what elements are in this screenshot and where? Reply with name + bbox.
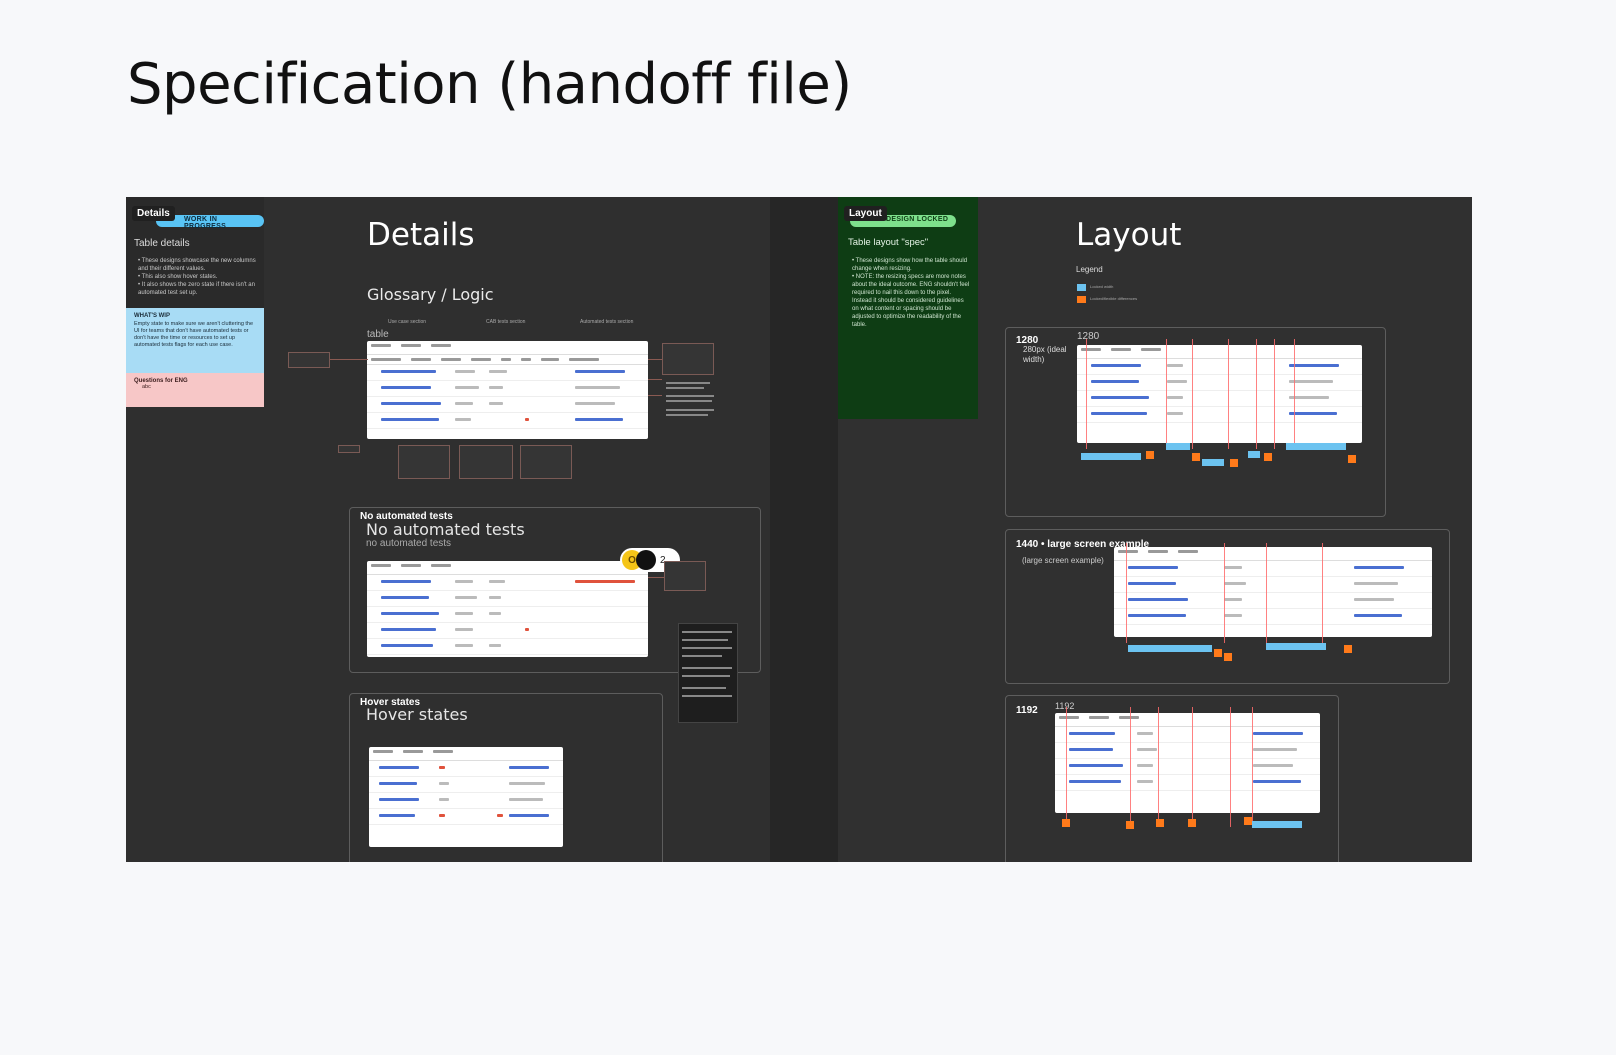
wip-title: WHAT'S WIP [134,313,170,319]
note-tag: Layout [844,206,887,221]
wip-text: Empty state to make sure we aren't clutt… [134,321,254,348]
frame-label: 1192 [1016,705,1038,716]
callout [662,343,714,375]
callout [288,352,330,368]
details-heading: Details [367,217,475,253]
table-row[interactable] [369,761,563,777]
legend-swatch-flex [1077,296,1086,303]
questions-item: abc [142,384,151,390]
no-tests-heading: No automated tests [366,520,525,539]
note-tag: Details [132,206,175,221]
legend-label: Legend [1076,265,1103,274]
design-canvas[interactable]: WORK IN PROGRESS Details Table details T… [126,197,1472,862]
glossary-table[interactable] [367,341,648,439]
note-title: Table details [134,238,190,249]
wip-block: WHAT'S WIP Empty state to make sure we a… [126,308,264,373]
details-sticky-note[interactable]: WORK IN PROGRESS Details Table details T… [126,197,264,407]
col-label: Automated tests section [580,319,634,325]
glossary-heading: Glossary / Logic [367,285,494,304]
callout [398,445,450,479]
table-row[interactable] [367,591,648,607]
table-row[interactable] [367,397,648,413]
hover-states-heading: Hover states [366,705,468,724]
callout [520,445,572,479]
table-row[interactable] [367,381,648,397]
table-row[interactable] [367,365,648,381]
canvas-divider [770,197,838,862]
avatar[interactable] [636,550,656,570]
callout [459,445,513,479]
layout-table-1192[interactable] [1055,713,1320,813]
note-bullet: These designs showcase the new columns a… [138,257,258,273]
no-tests-sub: no automated tests [366,538,452,549]
no-tests-table[interactable] [367,561,648,657]
hover-states-table[interactable] [369,747,563,847]
table-row[interactable] [369,793,563,809]
note-bullet: It also shows the zero state if there is… [138,281,258,297]
table-row[interactable] [367,623,648,639]
layout-table-1440[interactable] [1114,547,1432,637]
note-bullets: These designs show how the table should … [852,257,972,329]
note-bullet: NOTE: the resizing specs are more notes … [852,273,972,329]
frame-sub: 1192 [1055,701,1075,711]
col-label: CAB tests section [486,319,526,325]
layout-sticky-note[interactable]: DESIGN LOCKED Layout Table layout "spec"… [838,197,978,419]
page-title: Specification (handoff file) [127,52,852,117]
callout [664,561,706,591]
note-bullets: These designs showcase the new columns a… [138,257,258,297]
table-row[interactable] [367,639,648,655]
frame-sub: (large screen example) [1022,556,1104,565]
table-row[interactable] [367,607,648,623]
frame-extra: 280px (ideal width) [1023,345,1067,364]
table-row[interactable] [369,777,563,793]
table-row[interactable] [367,575,648,591]
table-row[interactable] [367,413,648,429]
layout-heading: Layout [1076,217,1182,253]
layout-table-1280[interactable] [1077,345,1362,443]
note-bullet: These designs show how the table should … [852,257,972,273]
table-label: table [367,329,389,340]
legend-item: Locked width [1090,284,1114,289]
note-bullet: This also show hover states. [138,273,258,281]
callout [338,445,360,453]
legend-item: Locked/flexible differences [1090,296,1138,301]
questions-block: Questions for ENG abc [126,373,264,407]
col-label: Use case section [388,319,427,325]
table-row[interactable] [369,809,563,825]
legend-swatch-locked [1077,284,1086,291]
frame-sub: 1280 [1077,331,1100,342]
note-title: Table layout "spec" [848,237,929,248]
comment-thread[interactable] [678,623,738,723]
